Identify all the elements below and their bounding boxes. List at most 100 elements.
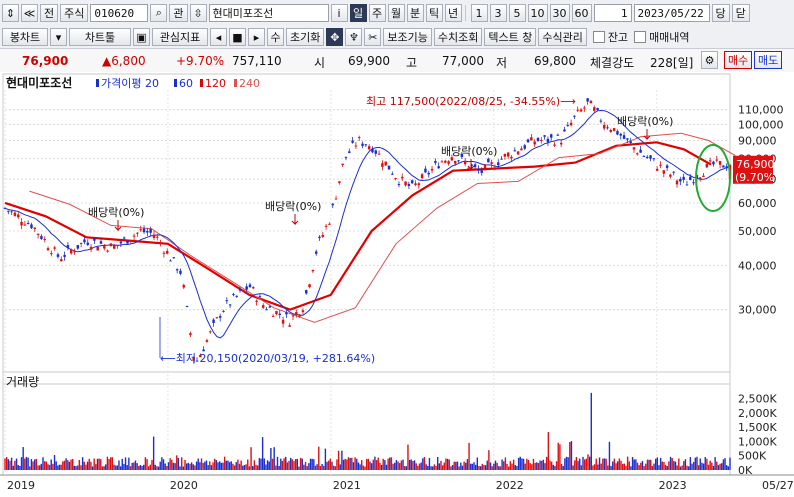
su-button[interactable]: 수 <box>267 28 284 46</box>
balance-checkbox[interactable]: 잔고 <box>592 29 628 45</box>
volume-bar <box>575 456 578 470</box>
buy-button[interactable]: 매수 <box>724 51 753 69</box>
crosshair-icon[interactable]: ✥ <box>326 28 344 46</box>
nav-updown-button[interactable]: ⇕ <box>2 4 19 22</box>
count-input[interactable]: 1 <box>593 4 632 22</box>
candle-body <box>712 161 715 165</box>
candle-body <box>487 158 490 163</box>
period-tab-년[interactable]: 년 <box>444 4 462 22</box>
volume-bar <box>654 458 657 470</box>
price-tick-label: 110,000 <box>738 104 784 117</box>
volume-bar <box>491 466 493 470</box>
trades-checkbox[interactable]: 매매내역 <box>634 29 690 45</box>
nav-top-button[interactable]: ≪ <box>21 4 38 22</box>
date-input[interactable]: 2023/05/22 <box>633 4 710 22</box>
volume-bar <box>514 465 517 470</box>
candle-chart-button[interactable]: 봉차트 <box>2 28 48 46</box>
x-tick-label: 2019 <box>7 479 35 492</box>
period-tab-틱[interactable]: 틱 <box>425 4 443 22</box>
volume-bar <box>47 464 49 470</box>
legend-item: 240 <box>239 77 260 90</box>
pin-icon[interactable]: ♆ <box>345 28 363 46</box>
price-change: ▲6,800 <box>102 54 146 68</box>
close-button[interactable]: 닫 <box>731 4 750 22</box>
period-tab-월[interactable]: 월 <box>387 4 405 22</box>
volume-bar <box>227 460 229 470</box>
candle-body <box>655 168 659 171</box>
candle-body <box>589 100 593 104</box>
stock-type-button[interactable]: 주식 <box>60 4 89 22</box>
volume-bar <box>574 460 576 470</box>
next-icon[interactable]: ▸ <box>248 28 265 46</box>
candle-body <box>566 125 570 127</box>
watchlist-button[interactable]: 관 <box>169 4 188 22</box>
volume-bar <box>34 459 36 470</box>
scissors-icon[interactable]: ✂ <box>364 28 382 46</box>
code-input[interactable]: 010620 <box>90 4 149 22</box>
minute-tab-30[interactable]: 30 <box>549 4 570 22</box>
volume-bar <box>707 464 710 470</box>
period-tab-일[interactable]: 일 <box>349 4 367 22</box>
candle-body <box>689 176 692 180</box>
formula-manager-button[interactable]: 수식관리 <box>538 28 587 46</box>
candle-body <box>639 149 642 153</box>
candle-body <box>659 164 662 166</box>
period-tab-분[interactable]: 분 <box>406 4 424 22</box>
minute-tab-5[interactable]: 5 <box>508 4 526 22</box>
volume-bar <box>157 466 160 470</box>
stepper-icon[interactable]: ⇳ <box>189 4 207 22</box>
dividend-annotation: 배당락(0%) <box>265 200 321 213</box>
volume-bar <box>303 464 305 470</box>
volume-bar <box>68 461 71 470</box>
volume-bar <box>545 456 548 470</box>
reset-button[interactable]: 초기화 <box>286 28 325 46</box>
volume-bar <box>590 392 592 470</box>
sub-function-button[interactable]: 보조기능 <box>383 28 432 46</box>
volume-bar <box>281 460 284 470</box>
minute-tab-60[interactable]: 60 <box>571 4 592 22</box>
search-icon[interactable]: ⌕ <box>150 4 168 22</box>
save-icon[interactable]: ▣ <box>133 28 150 46</box>
volume-bar <box>339 464 341 470</box>
settings-gear-icon[interactable]: ⚙ <box>701 51 718 69</box>
sell-button[interactable]: 매도 <box>754 51 783 69</box>
value-lookup-button[interactable]: 수치조회 <box>433 28 483 46</box>
volume-bar <box>263 458 265 470</box>
minute-tab-10[interactable]: 10 <box>527 4 548 22</box>
period-tab-주[interactable]: 주 <box>368 4 386 22</box>
candle-body <box>513 150 517 152</box>
info-button[interactable]: i <box>330 4 348 22</box>
prev-icon[interactable]: ◂ <box>210 28 227 46</box>
stop-icon[interactable]: ■ <box>229 28 246 46</box>
volume-bar <box>111 457 114 470</box>
volume-bar <box>195 461 198 470</box>
volume-bar <box>446 458 449 470</box>
volume-bar <box>511 463 513 470</box>
volume-bar <box>147 466 150 470</box>
text-window-button[interactable]: 텍스트 창 <box>484 28 537 46</box>
volume-bar <box>651 465 654 470</box>
candle-body <box>142 228 146 233</box>
volume-bar <box>361 460 363 470</box>
candle-body <box>30 224 33 229</box>
dropdown-icon[interactable]: ▾ <box>50 28 67 46</box>
volume-bar <box>709 460 711 470</box>
volume-bar <box>270 448 272 470</box>
stock-name-field[interactable]: 현대미포조선 <box>208 4 329 22</box>
volume-bar <box>124 457 127 470</box>
candle-body <box>420 174 424 179</box>
indicator-button[interactable]: 관심지표 <box>152 28 208 46</box>
all-button[interactable]: 전 <box>40 4 59 22</box>
candle-body <box>189 333 192 336</box>
minute-tab-1[interactable]: 1 <box>470 4 488 22</box>
minute-tab-3[interactable]: 3 <box>489 4 507 22</box>
chart-tool-button[interactable]: 차트툴 <box>69 28 131 46</box>
volume-bar <box>456 461 459 470</box>
volume-bar <box>151 459 153 470</box>
volume-bar <box>57 465 59 470</box>
candle-body <box>391 173 394 175</box>
legend-item: 가격이평 20 <box>101 77 159 90</box>
price-chart[interactable]: 110,000100,00090,00080,00070,00060,00050… <box>0 72 794 497</box>
legend-swatch <box>96 79 99 87</box>
today-button[interactable]: 당 <box>711 4 730 22</box>
